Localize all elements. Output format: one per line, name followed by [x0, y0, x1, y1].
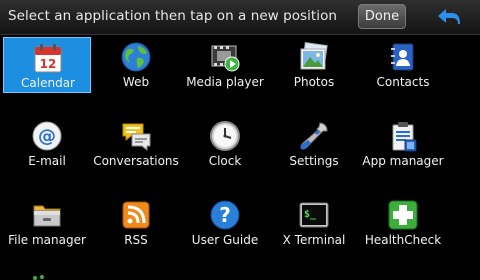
app-photos[interactable]: Photos [270, 37, 358, 93]
app-file-manager[interactable]: File manager [3, 195, 91, 251]
calendar-day-number: 12 [40, 57, 57, 71]
next-row-icon-partial [33, 275, 44, 280]
app-calendar[interactable]: 12 Calendar [3, 37, 91, 93]
done-button[interactable]: Done [358, 4, 406, 29]
app-user-guide[interactable]: ? User Guide [181, 195, 269, 251]
media-player-icon [211, 45, 240, 72]
app-rss[interactable]: RSS [92, 195, 180, 251]
app-clock[interactable]: Clock [181, 116, 269, 172]
file-manager-icon [33, 205, 61, 227]
contacts-icon [391, 43, 414, 71]
top-bar: Select an application then tap on a new … [0, 0, 480, 35]
back-arrow-icon [438, 9, 460, 24]
back-button[interactable] [428, 3, 470, 31]
terminal-icon: $_ [299, 202, 329, 228]
app-web[interactable]: Web [92, 37, 180, 93]
photos-icon [300, 41, 328, 70]
app-conversations[interactable]: Conversations [92, 116, 180, 172]
app-label: Contacts [376, 75, 430, 89]
app-app-manager[interactable]: App manager [359, 116, 447, 172]
app-grid-screen: Select an application then tap on a new … [0, 0, 480, 280]
user-guide-icon: ? [210, 200, 240, 230]
calendar-icon: 12 [34, 44, 62, 73]
app-settings[interactable]: Settings [270, 116, 358, 172]
rss-icon [122, 201, 150, 229]
app-x-terminal[interactable]: $_ X Terminal [270, 195, 358, 251]
globe-icon [121, 42, 151, 72]
svg-text:@: @ [38, 126, 56, 147]
svg-text:?: ? [219, 203, 231, 227]
settings-icon [300, 122, 328, 150]
email-icon: @ [32, 121, 62, 151]
healthcheck-icon [388, 200, 418, 230]
instruction-text: Select an application then tap on a new … [8, 8, 337, 24]
app-media-player[interactable]: Media player [181, 37, 269, 93]
app-label: HealthCheck [364, 233, 442, 247]
app-manager-icon [392, 122, 417, 152]
app-label: App manager [362, 154, 444, 168]
app-healthcheck[interactable]: HealthCheck [359, 195, 447, 251]
app-email[interactable]: @ E-mail [3, 116, 91, 172]
clock-icon [210, 121, 240, 151]
terminal-prompt: $_ [304, 209, 317, 220]
conversations-icon [122, 123, 151, 152]
app-contacts[interactable]: Contacts [359, 37, 447, 93]
